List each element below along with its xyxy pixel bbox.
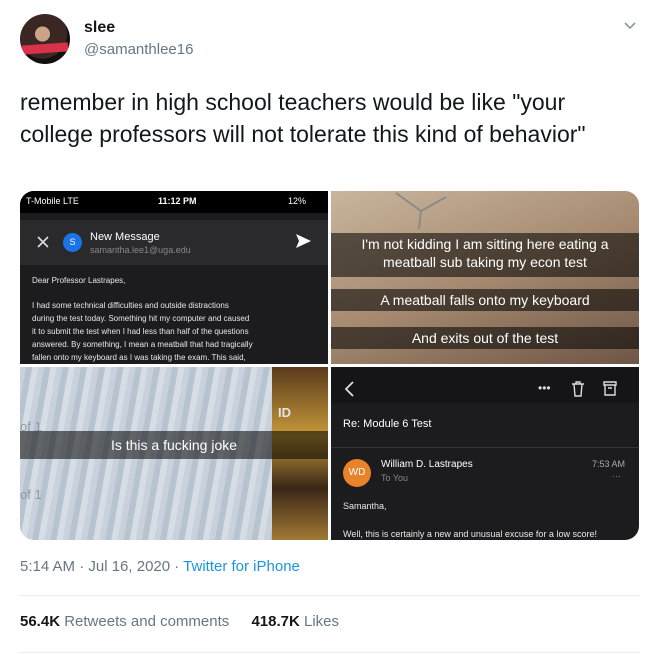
compose-body-line: I had some technical difficulties and ou… bbox=[32, 301, 229, 310]
media-image-snap-captions[interactable]: I'm not kidding I am sitting here eating… bbox=[331, 191, 639, 364]
recipient-avatar: S bbox=[63, 233, 82, 252]
compose-greeting: Dear Professor Lastrapes, bbox=[32, 276, 126, 285]
page-text: of 1 bbox=[20, 487, 42, 502]
retweets-stat[interactable]: 56.4K Retweets and comments bbox=[20, 613, 229, 630]
snap-caption: meatball sub taking my econ test bbox=[383, 254, 587, 270]
page-text: ID bbox=[278, 405, 291, 420]
snap-caption: And exits out of the test bbox=[331, 327, 639, 349]
reply-body: Well, this is certainly a new and unusua… bbox=[343, 529, 597, 539]
sender-name: William D. Lastrapes bbox=[381, 459, 473, 470]
avatar-band bbox=[21, 42, 69, 55]
recipient-label: To You bbox=[381, 473, 409, 483]
likes-count: 418.7K bbox=[251, 613, 300, 630]
reply-time: 7:53 AM bbox=[592, 459, 626, 469]
back-icon[interactable] bbox=[344, 381, 354, 397]
divider bbox=[331, 447, 639, 448]
archive-icon[interactable] bbox=[603, 381, 617, 396]
battery-label: 12% bbox=[288, 196, 307, 206]
author-handle[interactable]: @samanthlee16 bbox=[84, 41, 193, 58]
media-image-screen-photo[interactable]: of 1 of 1 ID Is this a fucking joke bbox=[20, 367, 328, 540]
sender-avatar: WD bbox=[343, 459, 371, 487]
reply-greeting: Samantha, bbox=[343, 501, 387, 511]
carrier-label: T-Mobile LTE bbox=[26, 196, 79, 206]
recipient-address: samantha.lee1@uga.edu bbox=[90, 245, 191, 255]
reply-subject: Re: Module 6 Test bbox=[343, 418, 432, 430]
media-grid: T-Mobile LTE 11:12 PM 12% S New Message … bbox=[20, 191, 639, 540]
media-image-email-compose[interactable]: T-Mobile LTE 11:12 PM 12% S New Message … bbox=[20, 191, 328, 364]
trash-icon[interactable] bbox=[571, 381, 585, 397]
divider bbox=[20, 595, 640, 596]
divider bbox=[20, 652, 640, 653]
more-options-icon[interactable]: ··· bbox=[612, 471, 621, 481]
compose-body-line: fallen onto my keyboard as I was taking … bbox=[32, 353, 246, 362]
media-image-email-reply[interactable]: ••• Re: Module 6 Test WD William D. Last… bbox=[331, 367, 639, 540]
avatar[interactable] bbox=[20, 14, 70, 64]
send-icon[interactable] bbox=[296, 234, 311, 248]
likes-stat[interactable]: 418.7K Likes bbox=[251, 613, 339, 630]
snap-caption: Is this a fucking joke bbox=[20, 431, 328, 459]
author-name[interactable]: slee bbox=[84, 19, 115, 37]
tweet-timestamp[interactable]: 5:14 AM · Jul 16, 2020 · bbox=[20, 558, 183, 575]
compose-body-line: it to submit the test when I had less th… bbox=[32, 327, 249, 336]
retweets-label: Retweets and comments bbox=[64, 613, 230, 630]
close-icon[interactable] bbox=[37, 236, 49, 248]
status-time: 11:12 PM bbox=[158, 196, 197, 206]
reply-toolbar bbox=[331, 367, 639, 403]
compose-body-line: answered. By something, I mean a meatbal… bbox=[32, 340, 253, 349]
snap-caption-bar: I'm not kidding I am sitting here eating… bbox=[331, 233, 639, 277]
retweets-count: 56.4K bbox=[20, 613, 61, 630]
snap-caption: A meatball falls onto my keyboard bbox=[331, 289, 639, 311]
tweet-text: remember in high school teachers would b… bbox=[20, 89, 586, 147]
snap-caption: I'm not kidding I am sitting here eating… bbox=[361, 236, 609, 252]
tweet-source-link[interactable]: Twitter for iPhone bbox=[183, 558, 300, 575]
compose-body-line: during the test today. Something hit my … bbox=[32, 314, 250, 323]
tweet-meta: 5:14 AM · Jul 16, 2020 · Twitter for iPh… bbox=[20, 558, 300, 575]
ceiling-fan-shape bbox=[395, 192, 447, 230]
chevron-down-icon[interactable] bbox=[623, 18, 637, 32]
compose-title: New Message bbox=[90, 231, 160, 243]
more-icon[interactable]: ••• bbox=[538, 381, 551, 395]
likes-label: Likes bbox=[304, 613, 340, 630]
tweet-stats: 56.4K Retweets and comments 418.7K Likes bbox=[20, 613, 339, 630]
